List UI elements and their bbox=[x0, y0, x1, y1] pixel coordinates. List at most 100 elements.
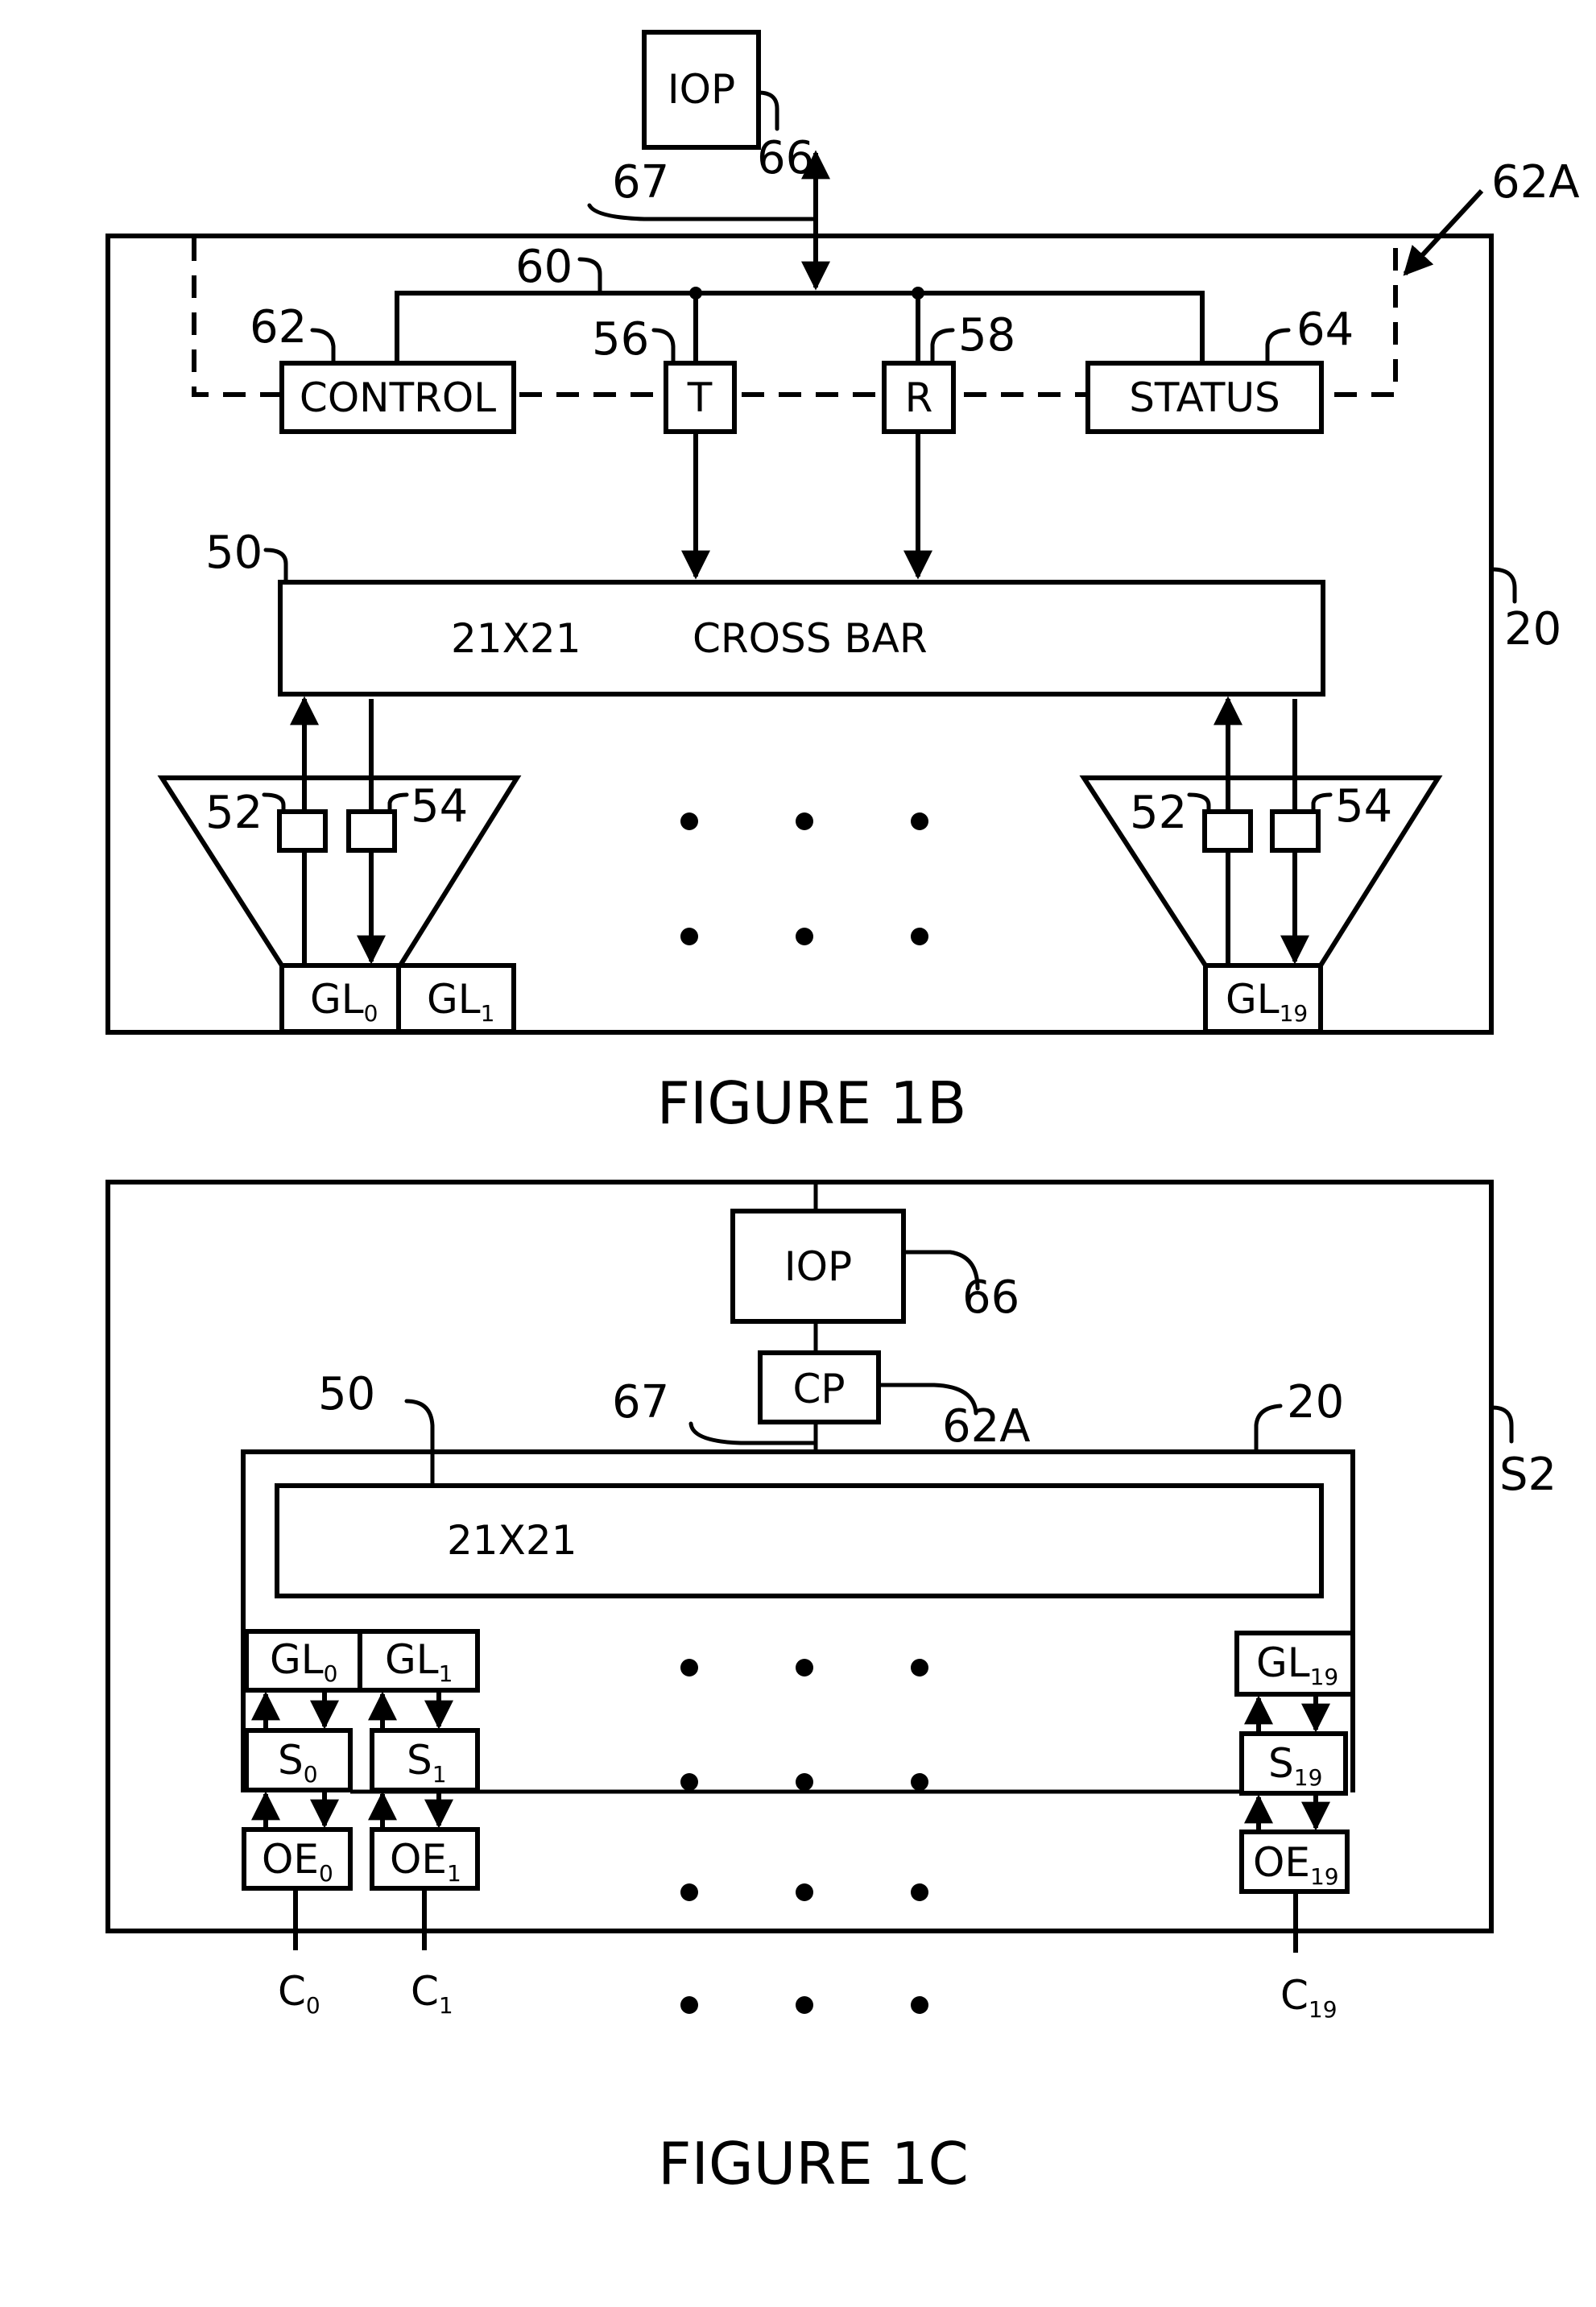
oe0-main: OE bbox=[262, 1836, 319, 1883]
iop-label-1c: IOP bbox=[784, 1243, 852, 1290]
ref-leader-58 bbox=[930, 328, 955, 366]
ellipsis-dot bbox=[796, 928, 813, 945]
cp-label: CP bbox=[792, 1366, 845, 1412]
ref-leader-52-right bbox=[1187, 792, 1211, 814]
c0-label: C0 bbox=[278, 1968, 320, 2019]
ref-64: 64 bbox=[1296, 304, 1354, 356]
ref-62: 62 bbox=[250, 301, 307, 353]
ref-52-left: 52 bbox=[205, 787, 263, 839]
ellipsis-dot bbox=[796, 812, 813, 830]
ref-leader-54-left bbox=[387, 792, 409, 814]
crossbar-size-label-1c: 21X21 bbox=[447, 1517, 577, 1564]
gl19-main-1c: GL bbox=[1256, 1639, 1310, 1686]
ref-leader-64 bbox=[1265, 328, 1291, 366]
ellipsis-dot bbox=[911, 1996, 928, 2014]
ellipsis-dot bbox=[911, 1773, 928, 1791]
ref-leader-20 bbox=[1490, 567, 1517, 604]
port-19-input-buffer bbox=[1202, 809, 1253, 853]
oe19-sub: 19 bbox=[1310, 1863, 1339, 1890]
ref-leader-50 bbox=[263, 548, 288, 585]
ellipsis-dot bbox=[796, 1996, 813, 2014]
ellipsis-dot bbox=[796, 1883, 813, 1901]
ellipsis-dot bbox=[911, 1883, 928, 1901]
gl1-main-1c: GL bbox=[385, 1636, 439, 1683]
ellipsis-dot bbox=[680, 1883, 698, 1901]
gl0-main: GL bbox=[310, 976, 364, 1023]
ellipsis-dots-1c bbox=[680, 1659, 928, 2014]
ref-52-right: 52 bbox=[1130, 787, 1187, 839]
gl0-sub: 0 bbox=[364, 1000, 378, 1027]
oe1-main: OE bbox=[390, 1836, 447, 1883]
ref-leader-67-1c bbox=[688, 1421, 818, 1445]
ellipsis-dot bbox=[911, 928, 928, 945]
ref-66-1c: 66 bbox=[962, 1271, 1019, 1324]
ellipsis-dot bbox=[911, 812, 928, 830]
crossbar-size-label: 21X21 bbox=[451, 615, 581, 662]
s1-sub: 1 bbox=[432, 1761, 447, 1788]
ref-54-left: 54 bbox=[411, 780, 468, 833]
ref-50: 50 bbox=[205, 527, 263, 579]
crossbar-name-label: CROSS BAR bbox=[693, 615, 928, 662]
gl19-sub: 19 bbox=[1280, 1000, 1309, 1027]
crossbar-block-1c bbox=[275, 1483, 1324, 1598]
c19-label: C19 bbox=[1280, 1972, 1338, 2023]
ref-arrow-62a bbox=[1403, 188, 1484, 276]
c19-sub: 19 bbox=[1309, 1996, 1338, 2023]
c1-label: C1 bbox=[411, 1968, 453, 2019]
figure-1b: IOP 66 67 20 62A 60 CONTROL 62 T 56 R 58… bbox=[105, 30, 1580, 1137]
ref-50-1c: 50 bbox=[318, 1368, 375, 1420]
ref-67: 67 bbox=[612, 156, 669, 209]
c1-main: C bbox=[411, 1968, 439, 2015]
gl1-main: GL bbox=[427, 976, 481, 1023]
ref-56: 56 bbox=[592, 313, 649, 366]
ref-62a: 62A bbox=[1491, 156, 1580, 209]
transmit-label: T bbox=[687, 374, 713, 421]
c1-sub: 1 bbox=[439, 1992, 453, 2019]
oe19-main: OE bbox=[1253, 1839, 1310, 1886]
gl0-main-1c: GL bbox=[270, 1636, 324, 1683]
gl1-sub-1c: 1 bbox=[439, 1660, 453, 1687]
s19-main: S bbox=[1268, 1740, 1294, 1787]
ref-leader-66 bbox=[756, 90, 779, 131]
ref-54-right: 54 bbox=[1335, 780, 1392, 833]
ellipsis-dot bbox=[680, 928, 698, 945]
oe1-sub: 1 bbox=[447, 1860, 461, 1887]
ref-66: 66 bbox=[757, 132, 814, 184]
gl1-sub: 1 bbox=[481, 1000, 495, 1027]
status-label: STATUS bbox=[1129, 374, 1280, 421]
ref-62a-1c: 62A bbox=[942, 1400, 1031, 1453]
ref-leader-56 bbox=[651, 328, 676, 366]
gl19-main: GL bbox=[1226, 976, 1280, 1023]
bus-60 bbox=[395, 291, 1205, 363]
ellipsis-dot bbox=[680, 1773, 698, 1791]
s0-main: S bbox=[278, 1737, 304, 1784]
ellipsis-dots-1b bbox=[680, 812, 928, 945]
ref-58: 58 bbox=[958, 309, 1015, 362]
ellipsis-dot bbox=[796, 1659, 813, 1677]
ref-67-1c: 67 bbox=[612, 1376, 669, 1428]
ellipsis-dot bbox=[911, 1659, 928, 1677]
ref-leader-s2 bbox=[1490, 1405, 1514, 1444]
ellipsis-dot bbox=[796, 1773, 813, 1791]
figure-1b-caption: FIGURE 1B bbox=[657, 1069, 967, 1137]
s19-sub: 19 bbox=[1294, 1764, 1323, 1791]
ref-leader-62 bbox=[310, 328, 336, 366]
figure-1c: S2 IOP 66 CP 62A 67 20 21X21 50 GL0 GL1 bbox=[105, 1180, 1557, 2197]
ellipsis-dot bbox=[680, 1996, 698, 2014]
ref-leader-54-right bbox=[1311, 792, 1333, 814]
c19-main: C bbox=[1280, 1972, 1309, 2019]
ref-s2: S2 bbox=[1499, 1449, 1557, 1501]
ref-leader-60 bbox=[577, 257, 602, 294]
control-label: CONTROL bbox=[300, 374, 496, 421]
s0-sub: 0 bbox=[304, 1761, 318, 1788]
figure-1c-caption: FIGURE 1C bbox=[658, 2130, 969, 2197]
iop-label: IOP bbox=[668, 66, 735, 113]
ref-leader-50-1c bbox=[404, 1399, 435, 1488]
ref-60: 60 bbox=[515, 241, 573, 293]
ellipsis-dot bbox=[680, 1659, 698, 1677]
c0-sub: 0 bbox=[306, 1992, 320, 2019]
ref-leader-52-left bbox=[262, 792, 286, 814]
port-0-input-buffer bbox=[277, 809, 328, 853]
gl19-sub-1c: 19 bbox=[1310, 1664, 1339, 1690]
receive-label: R bbox=[905, 374, 933, 421]
